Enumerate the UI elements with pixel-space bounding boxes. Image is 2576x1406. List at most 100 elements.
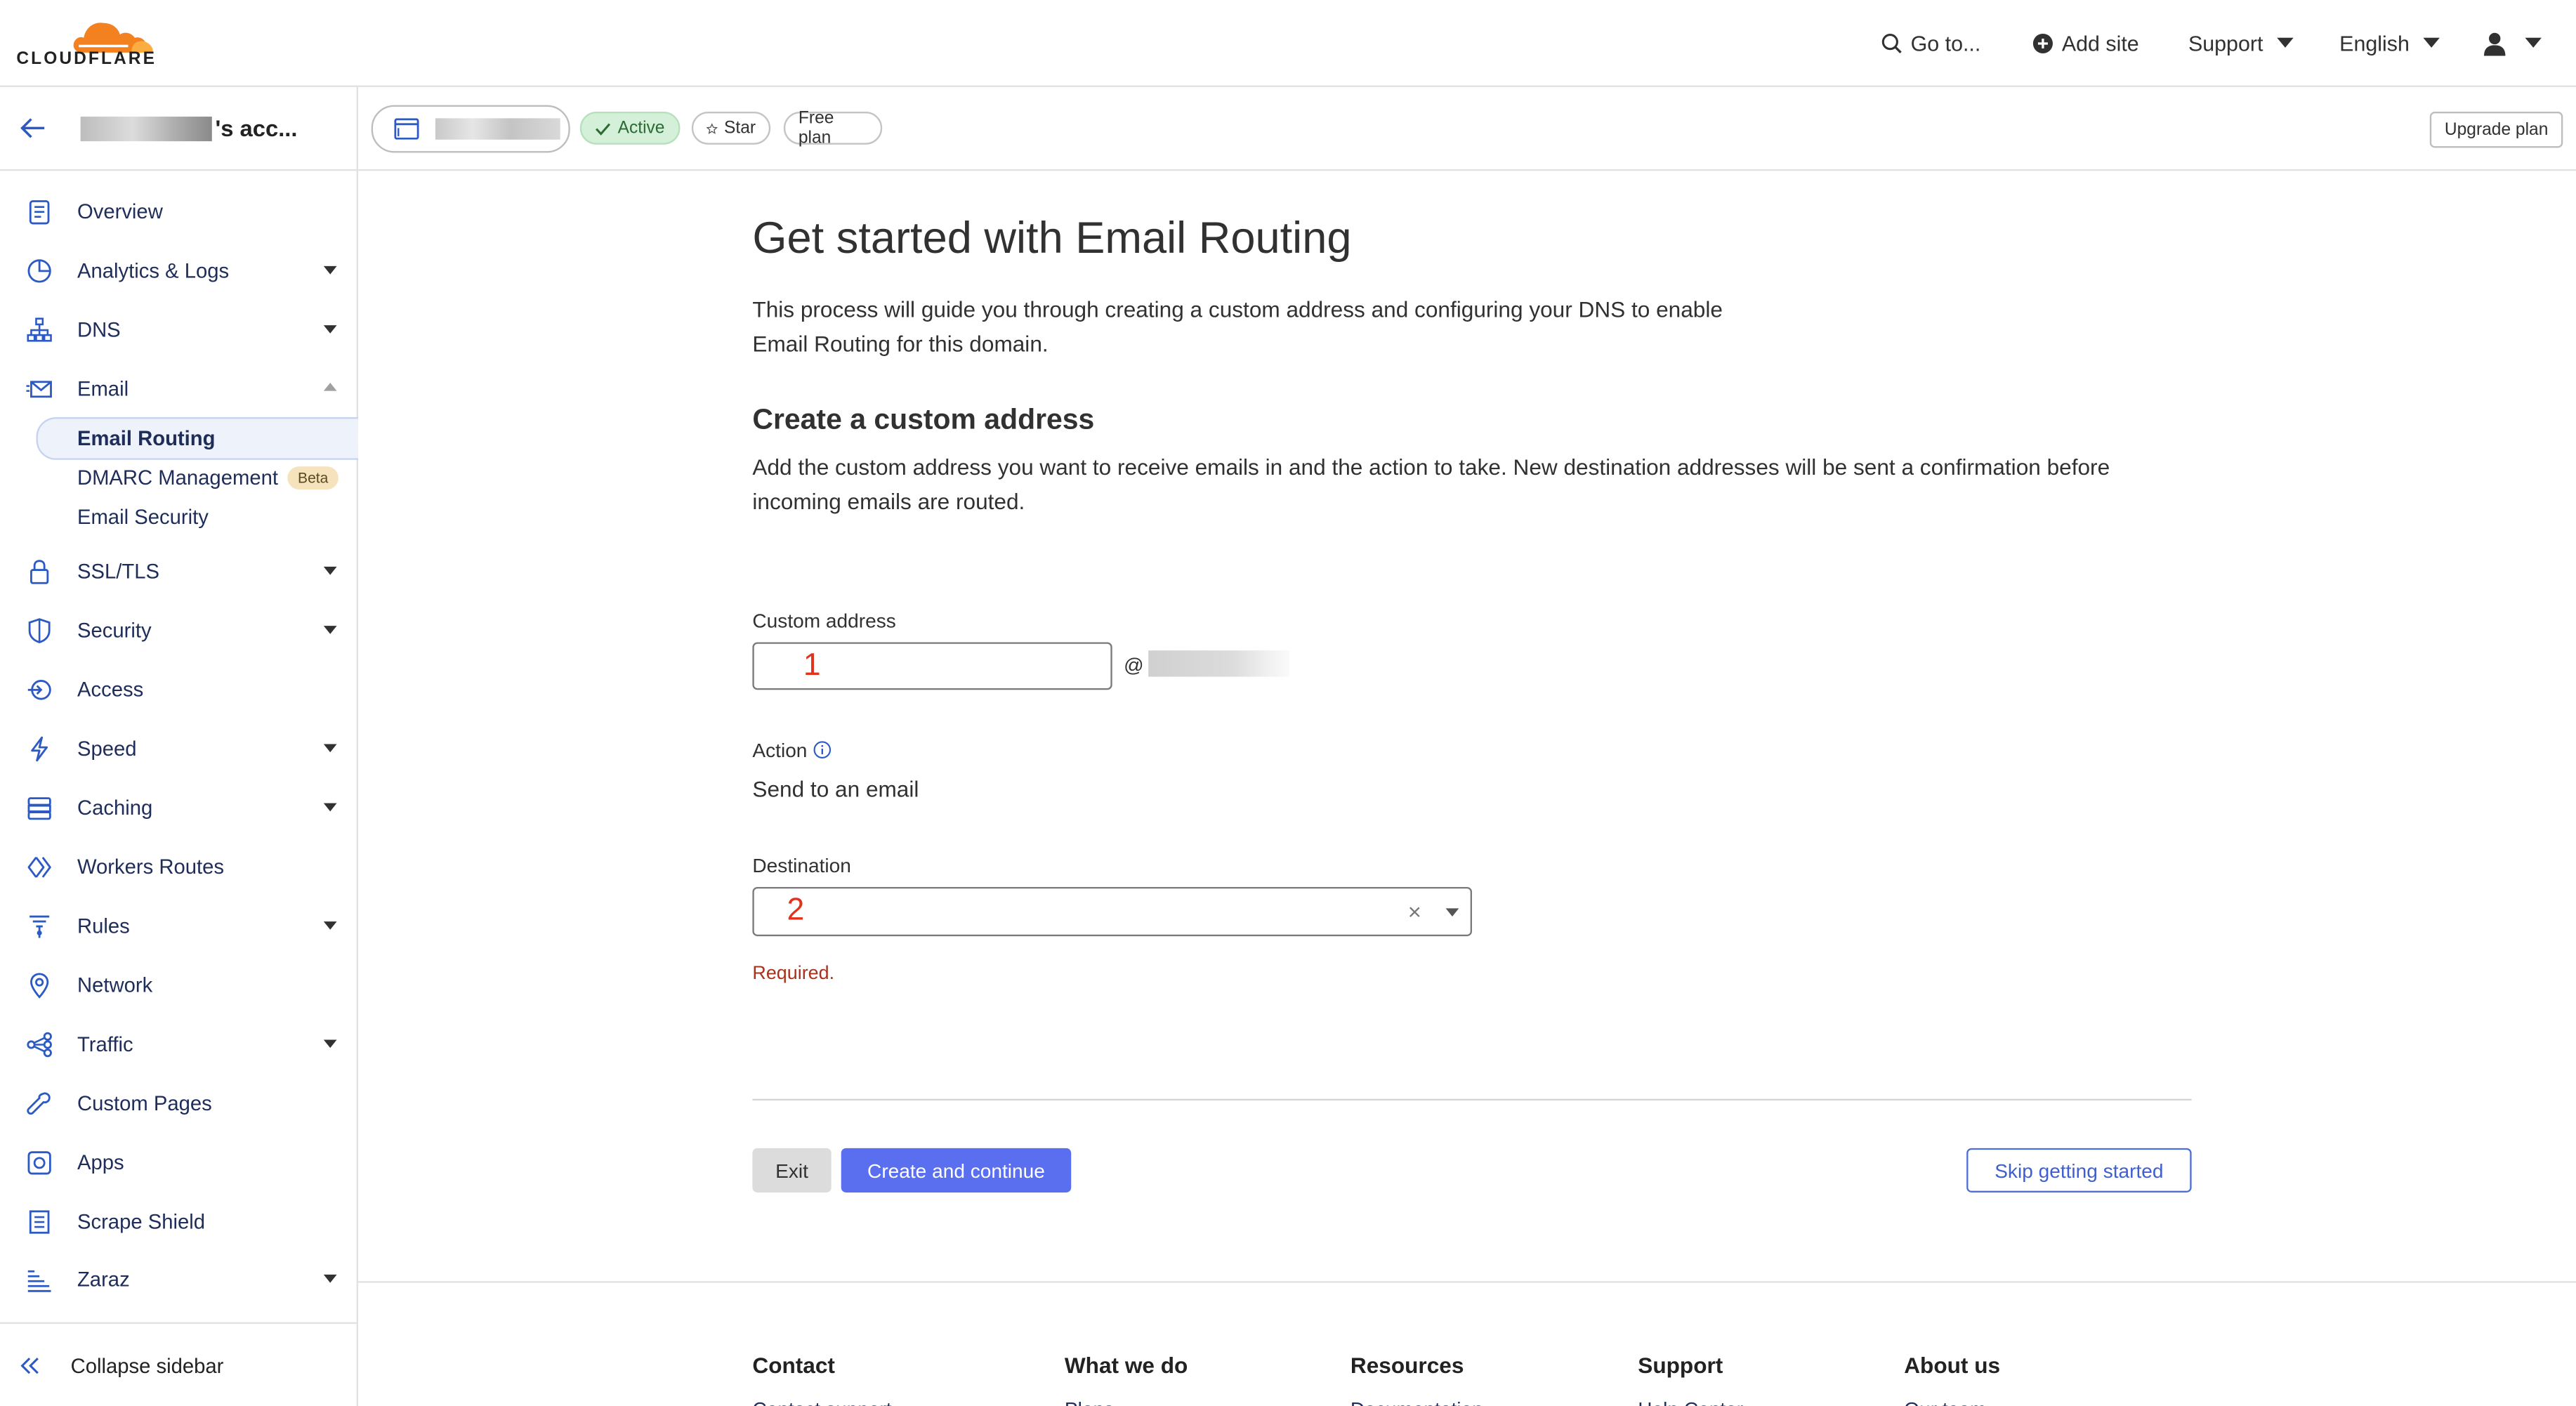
sidebar-item-label: Overview [77, 200, 163, 224]
back-arrow-icon[interactable] [20, 117, 46, 140]
goto-button[interactable]: Go to... [1881, 26, 1980, 59]
lock-icon [30, 560, 49, 584]
footer-heading-contact: Contact [752, 1353, 835, 1379]
language-menu[interactable]: English [2339, 26, 2440, 59]
search-icon [1881, 32, 1902, 53]
chevron-up-icon [323, 382, 337, 391]
server-icon [27, 797, 51, 820]
sidebar-item-label: Rules [77, 914, 130, 938]
add-site-button[interactable]: Add site [2032, 26, 2139, 59]
exit-button[interactable]: Exit [752, 1148, 832, 1193]
collapse-sidebar-button[interactable]: Collapse sidebar [0, 1322, 357, 1406]
chevron-down-icon[interactable] [1445, 908, 1459, 917]
sidebar-item-network[interactable]: Network [0, 961, 357, 1010]
validation-error: Required. [752, 964, 835, 984]
create-and-continue-button[interactable]: Create and continue [841, 1148, 1072, 1193]
page-title: Get started with Email Routing [752, 213, 1352, 263]
sidebar-subitem-dmarc[interactable]: DMARC Management Beta [77, 466, 339, 490]
sidebar-item-access[interactable]: Access [0, 665, 357, 714]
support-menu[interactable]: Support [2188, 26, 2293, 59]
action-field-label: Action [752, 739, 831, 762]
action-label: Action [752, 739, 808, 763]
sidebar-item-traffic[interactable]: Traffic [0, 1020, 357, 1069]
star-label: Star [724, 118, 756, 138]
sidebar-item-caching[interactable]: Caching [0, 784, 357, 833]
sidebar-item-workers-routes[interactable]: Workers Routes [0, 843, 357, 892]
account-name[interactable]: 's acc... [215, 115, 297, 141]
skip-getting-started-button[interactable]: Skip getting started [1966, 1148, 2192, 1193]
destination-select[interactable]: 2 × [752, 886, 1473, 937]
chevron-down-icon [323, 921, 337, 930]
sidebar-item-analytics[interactable]: Analytics & Logs [0, 247, 357, 296]
footer-link-team[interactable]: Our team [1904, 1398, 1986, 1406]
custom-address-input[interactable]: 1 [752, 642, 1112, 690]
info-icon[interactable] [813, 741, 831, 759]
language-label: English [2339, 30, 2410, 55]
user-menu[interactable] [2483, 26, 2542, 59]
sidebar-item-custom-pages[interactable]: Custom Pages [0, 1079, 357, 1129]
chevron-down-icon [323, 744, 337, 753]
sidebar-item-ssl-tls[interactable]: SSL/TLS [0, 547, 357, 596]
workers-icon [27, 857, 51, 878]
sidebar-item-zaraz[interactable]: Zaraz [0, 1255, 357, 1304]
zone-name-redacted [435, 118, 560, 140]
sidebar-subitem-email-routing[interactable]: Email Routing [77, 427, 216, 450]
sidebar-item-rules[interactable]: Rules [0, 902, 357, 951]
chevron-down-icon [323, 626, 337, 634]
footer-link-contact[interactable]: Contact support [752, 1398, 891, 1406]
clear-icon[interactable]: × [1408, 898, 1421, 924]
browser-window-icon [394, 118, 419, 140]
page-description: This process will guide you through crea… [752, 297, 1723, 357]
create-label: Create and continue [867, 1159, 1045, 1182]
sidebar-item-scrape-shield[interactable]: Scrape Shield [0, 1197, 357, 1247]
sidebar-item-label: Network [77, 973, 153, 997]
rules-icon [29, 915, 50, 938]
chevron-down-icon [323, 566, 337, 575]
apps-icon [27, 1151, 51, 1175]
sidebar-item-label: Workers Routes [77, 855, 225, 879]
upgrade-plan-button[interactable]: Upgrade plan [2429, 112, 2563, 148]
zone-selector[interactable] [371, 105, 570, 153]
sidebar-item-label: Caching [77, 796, 153, 820]
zone-header: Active Star Free plan Upgrade plan [357, 86, 2576, 171]
pie-chart-icon [27, 259, 51, 283]
sidebar-item-email[interactable]: Email [0, 364, 357, 414]
chevron-down-icon [2422, 37, 2440, 48]
divider [752, 1098, 2192, 1101]
sidebar-item-label: Zaraz [77, 1268, 130, 1292]
email-icon [26, 381, 52, 398]
logo-text: CLOUDFLARE [16, 49, 157, 70]
sidebar-item-label: SSL/TLS [77, 560, 159, 584]
sidebar-item-label: Apps [77, 1151, 124, 1175]
plan-badge[interactable]: Free plan [783, 108, 883, 147]
cloudflare-logo[interactable]: CLOUDFLARE [16, 13, 167, 70]
skip-label: Skip getting started [1995, 1159, 2164, 1182]
sidebar-item-security[interactable]: Security [0, 606, 357, 655]
footer-link-help[interactable]: Help Center [1638, 1398, 1743, 1406]
section-title: Create a custom address [752, 402, 1095, 435]
star-button[interactable]: Star [691, 112, 771, 145]
chevron-down-icon [323, 1039, 337, 1049]
exit-label: Exit [775, 1159, 808, 1182]
chevron-down-icon [323, 803, 337, 812]
domain-name-redacted [1148, 650, 1290, 677]
destination-label: Destination [752, 854, 851, 877]
sidebar-item-dns[interactable]: DNS [0, 305, 357, 355]
sidebar-item-apps[interactable]: Apps [0, 1138, 357, 1188]
account-header: 's acc... [0, 87, 357, 171]
sidebar-item-label: Access [77, 678, 144, 702]
sidebar-item-overview[interactable]: Overview [0, 188, 357, 237]
footer-link-plans[interactable]: Plans [1065, 1398, 1114, 1406]
footer-link-docs[interactable]: Documentation [1351, 1398, 1483, 1406]
access-icon [27, 680, 51, 700]
plus-circle-icon [2032, 32, 2053, 53]
zaraz-icon [27, 1270, 51, 1292]
chevron-down-icon [2525, 37, 2542, 48]
sidebar-item-speed[interactable]: Speed [0, 724, 357, 773]
chevron-down-icon [323, 1274, 337, 1283]
sidebar-subitem-email-security[interactable]: Email Security [77, 506, 209, 529]
footer-heading-support: Support [1638, 1353, 1723, 1379]
document-icon [29, 1210, 50, 1234]
user-icon [2484, 32, 2506, 55]
status-label: Active [617, 118, 665, 138]
